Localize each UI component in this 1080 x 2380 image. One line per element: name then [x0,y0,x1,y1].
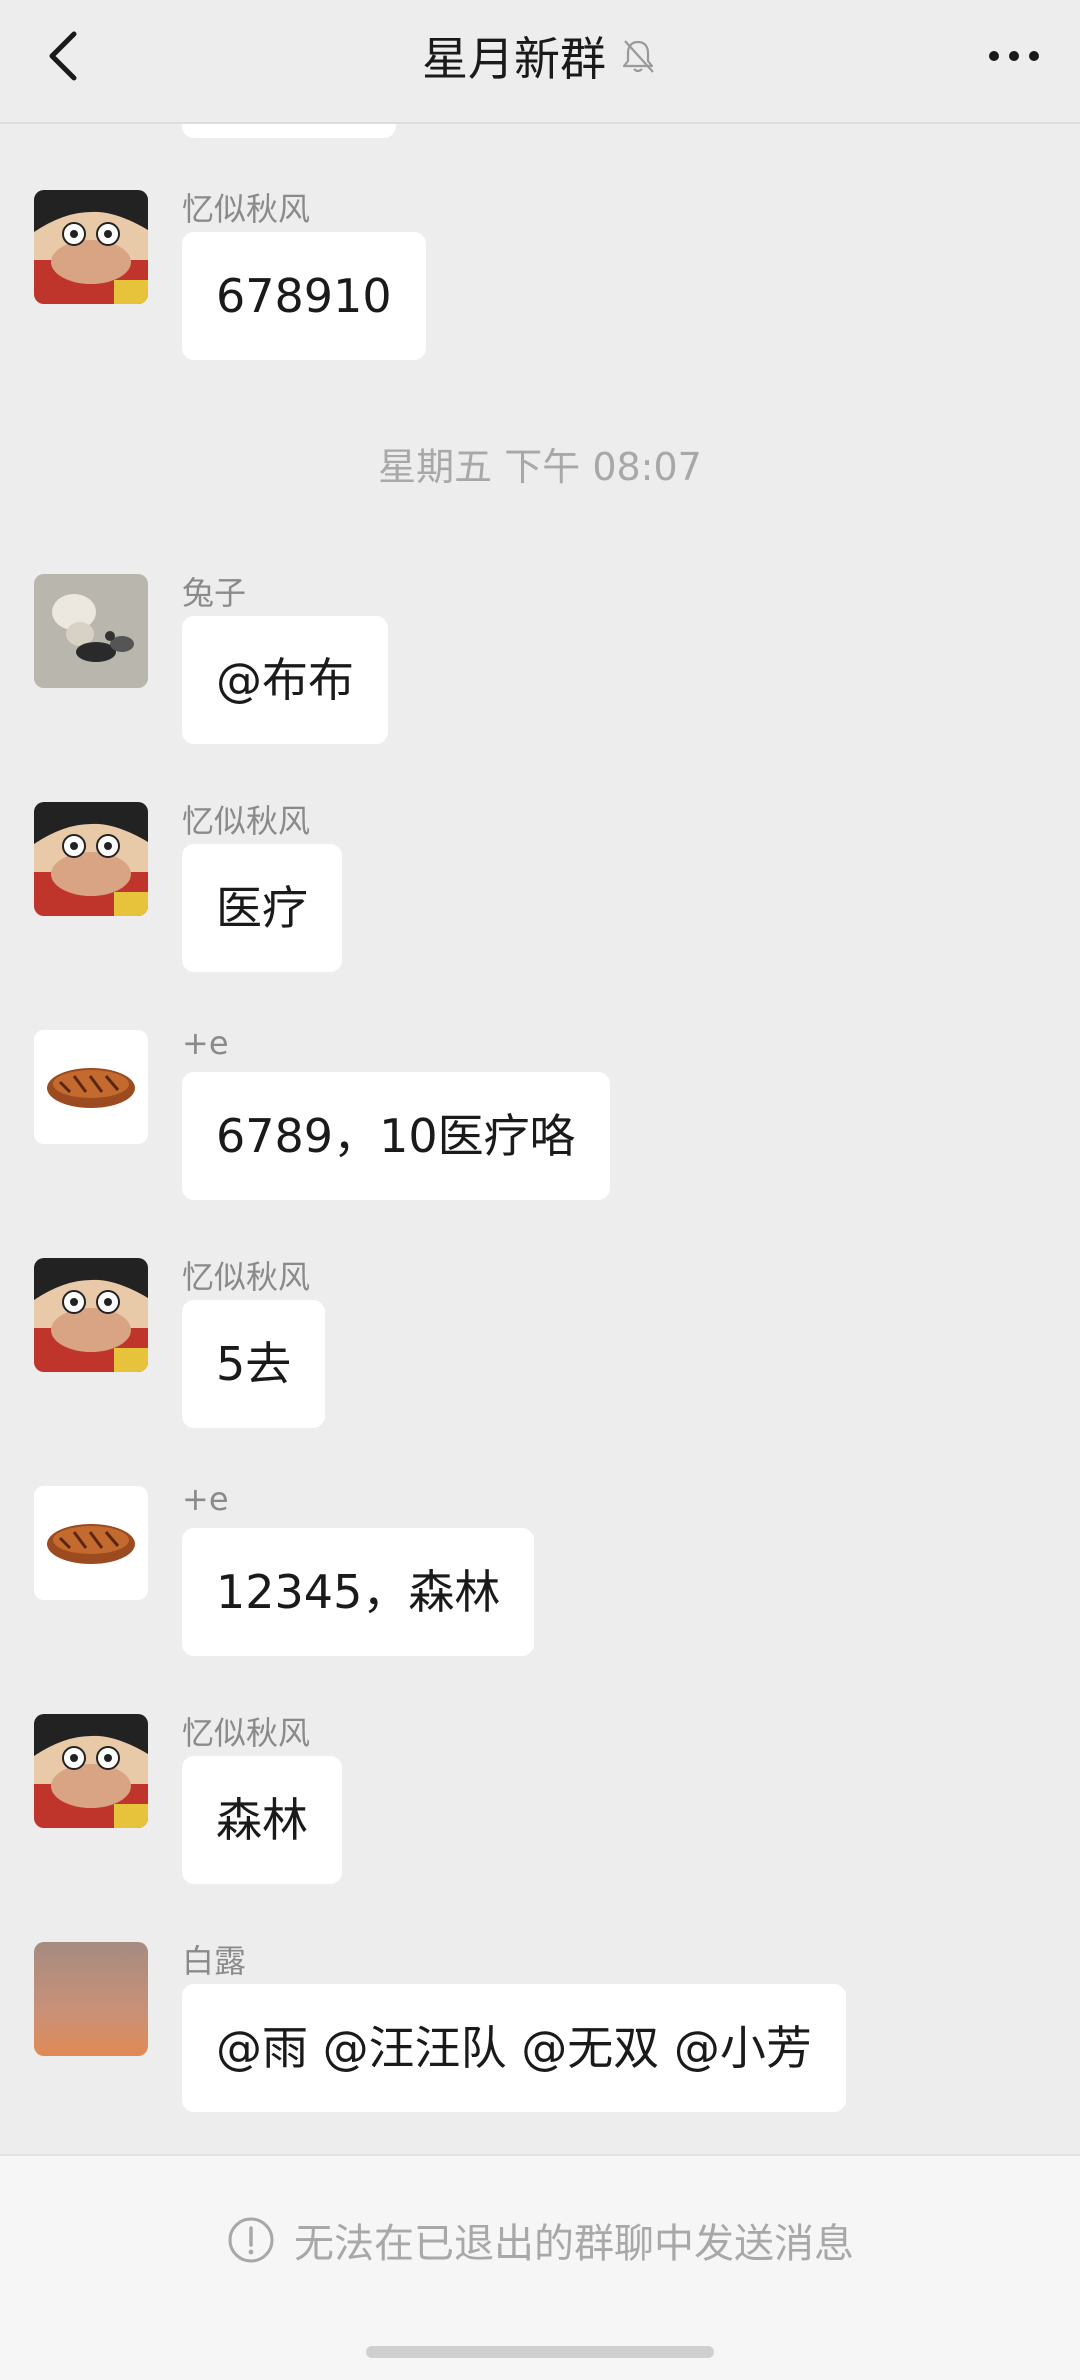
luffy-avatar[interactable] [34,802,148,916]
message-bubble[interactable]: 12345，森林 [182,1528,535,1656]
grilled-meat-avatar[interactable] [34,1030,148,1144]
luffy-avatar[interactable] [34,190,148,304]
sender-name: 忆似秋风 [182,1258,311,1296]
message-bubble[interactable]: 医疗 [182,844,342,972]
bell-off-icon [622,40,654,73]
sender-name: 兔子 [182,574,247,612]
partial-message-bubble[interactable] [182,124,396,138]
sender-name: 忆似秋风 [182,190,311,228]
grilled-meat-avatar[interactable] [34,1486,148,1600]
more-dots-icon [989,51,999,61]
luffy-avatar[interactable] [34,1714,148,1828]
exit-notice: 无法在已退出的群聊中发送消息 [0,2210,1080,2270]
sender-name: 忆似秋风 [182,1714,311,1752]
message-bubble[interactable]: @雨 @汪汪队 @无双 @小芳 [182,1984,846,2112]
message-bubble[interactable]: 678910 [182,232,426,360]
sender-name: 白露 [182,1942,247,1980]
sender-name: 忆似秋风 [182,802,311,840]
message-bubble[interactable]: @布布 [182,616,388,744]
chat-header: 星月新群 [0,0,1080,124]
sender-name: +e [182,1480,229,1518]
luffy-avatar[interactable] [34,1258,148,1372]
info-circle-icon [228,2217,274,2263]
message-bubble[interactable]: 6789，10医疗咯 [182,1072,610,1200]
chat-footer: 无法在已退出的群聊中发送消息 [0,2154,1080,2380]
rabbit-photo-avatar[interactable] [34,574,148,688]
title-group: 星月新群 [0,26,1080,86]
message-list[interactable]: 忆似秋风 678910 星期五 下午 08:07 兔子 @布布 忆似秋风 医疗 … [0,124,1080,2154]
sunset-avatar[interactable] [34,1942,148,2056]
sender-name: +e [182,1024,229,1062]
more-options-button[interactable] [984,36,1044,76]
notice-text: 无法在已退出的群聊中发送消息 [294,2221,854,2267]
message-bubble[interactable]: 5去 [182,1300,326,1428]
time-separator: 星期五 下午 08:07 [378,445,702,489]
home-indicator[interactable] [366,2346,714,2358]
group-title: 星月新群 [422,32,606,86]
message-bubble[interactable]: 森林 [182,1756,342,1884]
